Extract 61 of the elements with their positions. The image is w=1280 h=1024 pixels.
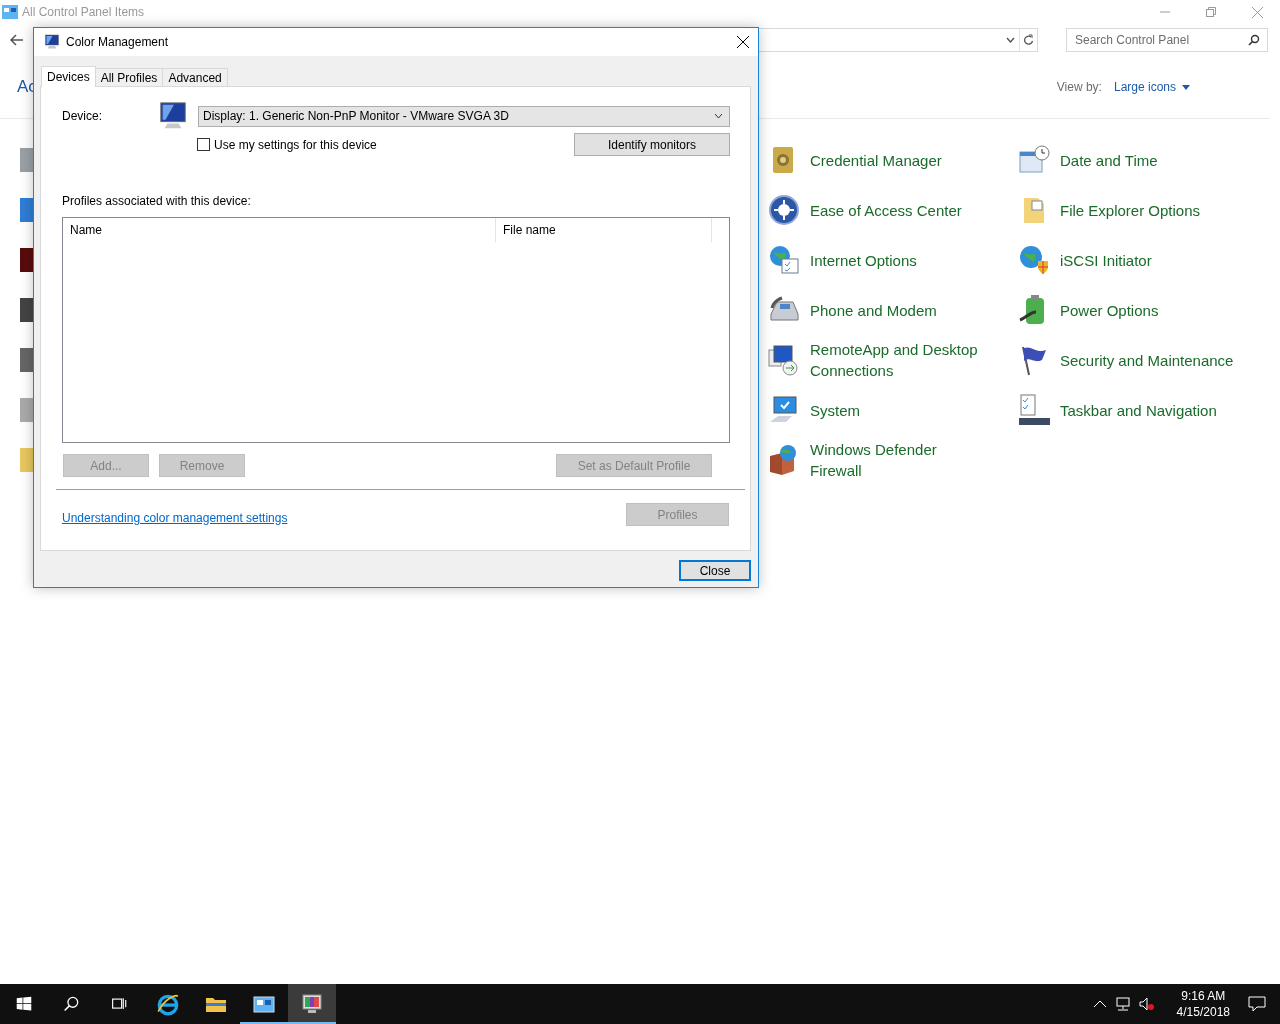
search-icon: [63, 995, 81, 1013]
control-panel-item[interactable]: Credential Manager: [768, 135, 1018, 185]
profiles-label: Profiles associated with this device:: [62, 194, 252, 208]
refresh-icon: [1023, 34, 1034, 46]
control-panel-item[interactable]: System: [768, 385, 1018, 435]
control-panel-item[interactable]: Taskbar and Navigation: [1018, 385, 1278, 435]
profiles-list[interactable]: Name File name: [62, 217, 730, 443]
notifications-icon[interactable]: [1248, 996, 1266, 1012]
view-by-dropdown[interactable]: Large icons: [1113, 80, 1190, 94]
chevron-down-icon: [714, 113, 723, 119]
calendar-icon: [1018, 144, 1050, 176]
clock[interactable]: 9:16 AM 4/15/2018: [1158, 984, 1248, 1024]
column-header[interactable]: Name: [63, 218, 496, 242]
control-panel-icon: [253, 993, 275, 1015]
chevron-up-icon[interactable]: [1092, 999, 1107, 1009]
windows-logo-icon: [16, 996, 32, 1012]
caret-icon: [1182, 84, 1190, 90]
control-panel-item[interactable]: Ease of Access Center: [768, 185, 1018, 235]
control-panel-item[interactable]: RemoteApp and Desktop Connections: [768, 335, 1018, 385]
search-icon[interactable]: [1248, 34, 1260, 46]
search-field[interactable]: Search Control Panel: [1066, 28, 1268, 52]
globe-icon: [768, 244, 800, 276]
control-panel-item[interactable]: iSCSI Initiator: [1018, 235, 1278, 285]
monitor-icon: [301, 993, 323, 1015]
control-panel-item[interactable]: Power Options: [1018, 285, 1278, 335]
speaker-icon[interactable]: [1138, 997, 1155, 1011]
control-panel-item[interactable]: Security and Maintenance: [1018, 335, 1278, 385]
back-arrow-icon[interactable]: [10, 34, 24, 46]
dialog-title: Color Management: [66, 35, 170, 49]
close-icon: [737, 36, 749, 48]
view-by-label: View by:: [1056, 80, 1102, 94]
clock-time: 9:16 AM: [1181, 988, 1226, 1004]
tab[interactable]: Advanced: [162, 68, 228, 86]
tab[interactable]: Devices: [41, 66, 96, 87]
close-dialog-button[interactable]: Close: [679, 560, 751, 581]
monitor-icon: [158, 101, 188, 131]
control-panel-item[interactable]: Windows Defender Firewall: [768, 435, 1018, 485]
close-icon: [1251, 6, 1263, 18]
help-link[interactable]: Understanding color management settings: [62, 510, 288, 525]
restore-icon: [1206, 7, 1216, 17]
device-dropdown[interactable]: Display: 1. Generic Non-PnP Monitor - VMware SVGA 3D: [198, 105, 730, 127]
accessibility-icon: [768, 194, 800, 226]
remote-desktop-icon: [768, 344, 800, 376]
device-label: Device:: [62, 109, 102, 123]
taskbar-button[interactable]: [288, 984, 336, 1024]
chevron-down-icon: [1005, 37, 1015, 43]
network-icon[interactable]: [1114, 997, 1131, 1011]
control-panel-item[interactable]: File Explorer Options: [1018, 185, 1278, 235]
taskbar-icon: [1018, 394, 1050, 426]
browser-icon: [156, 992, 180, 1016]
monitor-icon: [44, 34, 60, 50]
column-header[interactable]: File name: [496, 218, 712, 242]
checkbox[interactable]: [197, 138, 210, 151]
control-panel-item[interactable]: Internet Options: [768, 235, 1018, 285]
control-panel-item[interactable]: Phone and Modem: [768, 285, 1018, 335]
globe-icon: [1018, 244, 1050, 276]
identify-monitors-button[interactable]: Identify monitors: [574, 133, 730, 156]
window-title: All Control Panel Items: [22, 5, 146, 19]
clock-date: 4/15/2018: [1176, 1004, 1230, 1020]
checkbox-label: Use my settings for this device: [214, 137, 377, 152]
control-panel-item[interactable]: Date and Time: [1018, 135, 1278, 185]
